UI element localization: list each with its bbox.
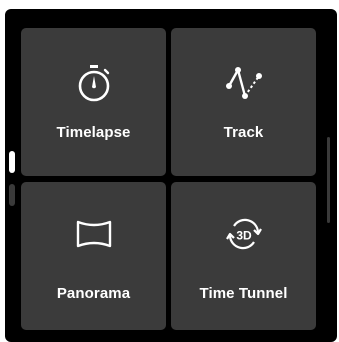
mode-tile-panorama[interactable]: Panorama [21, 182, 166, 330]
mode-tile-track[interactable]: Track [171, 28, 316, 176]
scrollbar[interactable] [327, 137, 330, 223]
mode-select-screen: Timelapse Track Panorama 3D Time Tunnel [5, 9, 337, 342]
page-indicator-inactive [9, 184, 15, 206]
mode-tile-time-tunnel[interactable]: 3D Time Tunnel [171, 182, 316, 330]
mode-label: Track [223, 124, 264, 141]
3d-icon-text: 3D [236, 229, 252, 243]
track-path-icon [220, 62, 268, 106]
panorama-icon [70, 212, 118, 256]
mode-label: Timelapse [56, 124, 131, 141]
stopwatch-icon [70, 62, 118, 106]
3d-rotate-icon: 3D [220, 212, 268, 256]
page-indicator-active [9, 151, 15, 173]
mode-label: Panorama [56, 285, 131, 302]
mode-tile-timelapse[interactable]: Timelapse [21, 28, 166, 176]
mode-label: Time Tunnel [199, 285, 288, 302]
